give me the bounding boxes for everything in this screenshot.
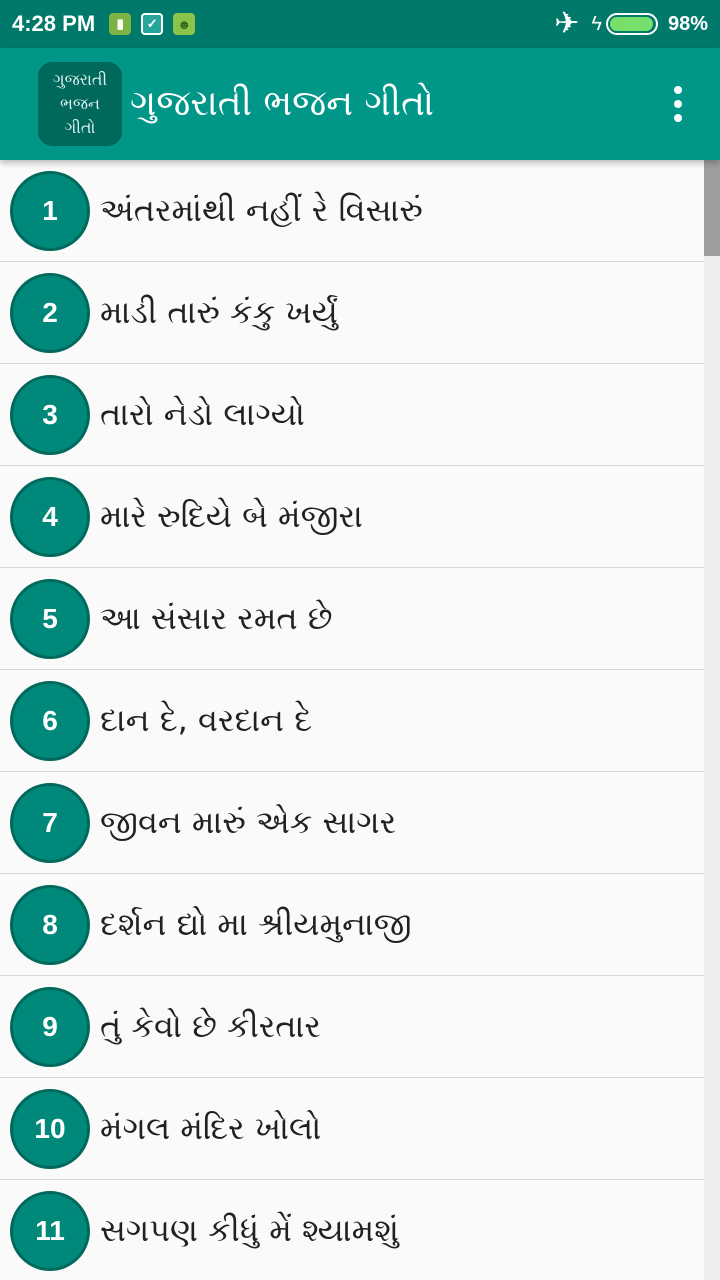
item-number-badge: 5 <box>10 578 90 659</box>
list-item[interactable]: 2 માડી તારું કંકુ ખર્યું <box>0 262 704 364</box>
item-number-badge: 7 <box>10 782 90 863</box>
list-item[interactable]: 9 તું કેવો છે કીરતાર <box>0 976 704 1078</box>
battery-icon <box>605 13 658 35</box>
item-number-badge: 4 <box>10 476 90 557</box>
item-title: તું કેવો છે કીરતાર <box>100 1007 321 1045</box>
charging-icon: ϟ <box>591 12 602 35</box>
airplane-icon: ✈ <box>554 7 580 40</box>
app-bar: ગુજરાતી ભજન ગીતો ગુજરાતી ભજન ગીતો <box>0 48 720 160</box>
shield-icon: ✓ <box>141 13 164 35</box>
app-title: ગુજરાતી ભજન ગીતો <box>130 83 434 124</box>
list-item[interactable]: 8 દર્શન દ્યો મા શ્રીયમુનાજી <box>0 874 704 976</box>
status-right-group: ✈ ϟ 98% <box>554 9 708 39</box>
status-time: 4:28 PM <box>12 11 96 36</box>
item-number-badge: 2 <box>10 272 90 353</box>
item-title: આ સંસાર રમત છે <box>100 599 333 637</box>
battery-fill <box>609 17 654 31</box>
list-item[interactable]: 10 મંગલ મંદિર ખોલો <box>0 1078 704 1180</box>
app-logo-line: ભજન <box>60 94 100 113</box>
item-title: અંતરમાંથી નહીં રે વિસારું <box>100 191 423 229</box>
item-title: સગપણ કીધું મેં શ્યામશું <box>100 1211 399 1249</box>
menu-dot <box>674 114 682 122</box>
item-title: માડી તારું કંકુ ખર્યું <box>100 293 338 331</box>
list-item[interactable]: 3 તારો નેડો લાગ્યો <box>0 364 704 466</box>
item-title: દાન દે, વરદાન દે <box>100 701 313 739</box>
more-vert-icon[interactable] <box>648 64 708 144</box>
scrollbar-thumb[interactable] <box>704 160 720 256</box>
app-logo: ગુજરાતી ભજન ગીતો <box>38 62 122 146</box>
android-icon: ☻ <box>173 13 196 35</box>
menu-dot <box>674 86 682 94</box>
item-number-badge: 3 <box>10 374 90 455</box>
item-title: મારે રુદિયે બે મંજીરા <box>100 497 363 535</box>
item-title: મંગલ મંદિર ખોલો <box>100 1109 322 1147</box>
list-item[interactable]: 4 મારે રુદિયે બે મંજીરા <box>0 466 704 568</box>
item-title: દર્શન દ્યો મા શ્રીયમુનાજી <box>100 905 412 943</box>
scrollbar[interactable] <box>704 160 720 1280</box>
item-number-badge: 11 <box>10 1190 90 1271</box>
item-number-badge: 1 <box>10 170 90 251</box>
list-item[interactable]: 1 અંતરમાંથી નહીં રે વિસારું <box>0 160 704 262</box>
bhajan-list[interactable]: 1 અંતરમાંથી નહીં રે વિસારું 2 માડી તારું કં… <box>0 160 704 1280</box>
item-number-badge: 6 <box>10 680 90 761</box>
item-title: તારો નેડો લાગ્યો <box>100 395 305 433</box>
menu-dot <box>674 100 682 108</box>
app-logo-line: ગીતો <box>64 118 96 137</box>
item-number-badge: 10 <box>10 1088 90 1169</box>
status-bar: 4:28 PM ▮ ✓ ☻ ✈ ϟ 98% <box>0 0 720 48</box>
list-item[interactable]: 6 દાન દે, વરદાન દે <box>0 670 704 772</box>
list-item[interactable]: 11 સગપણ કીધું મેં શ્યામશું <box>0 1180 704 1280</box>
list-item[interactable]: 7 જીવન મારું એક સાગર <box>0 772 704 874</box>
item-number-badge: 9 <box>10 986 90 1067</box>
sim-icon: ▮ <box>109 13 132 35</box>
battery-percent: 98% <box>667 12 708 35</box>
app-logo-line: ગુજરાતી <box>52 70 108 89</box>
list-item[interactable]: 5 આ સંસાર રમત છે <box>0 568 704 670</box>
item-title: જીવન મારું એક સાગર <box>100 803 397 841</box>
item-number-badge: 8 <box>10 884 90 965</box>
